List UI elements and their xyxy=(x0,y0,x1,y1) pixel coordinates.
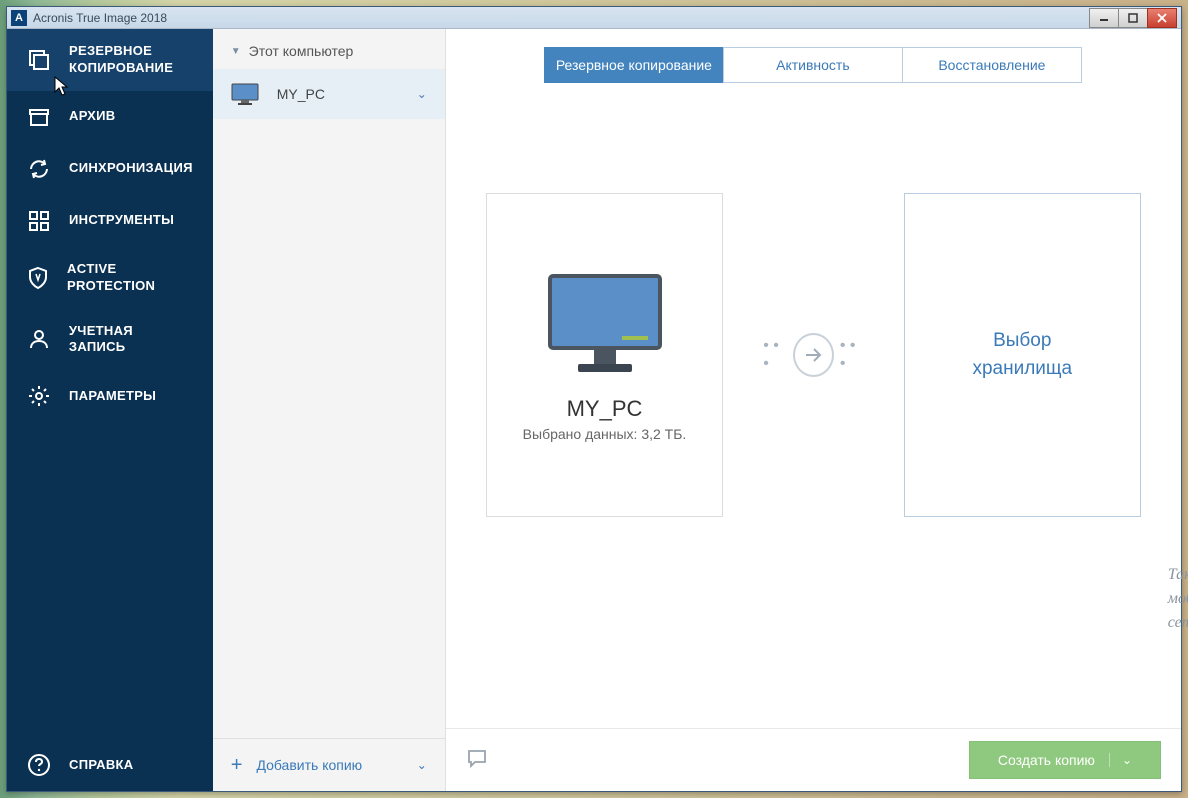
chevron-down-icon: ⌄ xyxy=(417,758,427,772)
tab-label: Восстановление xyxy=(938,57,1045,73)
sidebar-item-archive[interactable]: АРХИВ xyxy=(7,91,213,143)
minimize-icon xyxy=(1099,13,1109,23)
main-footer: Создать копию ⌄ xyxy=(446,728,1181,791)
sidebar-item-account[interactable]: УЧЕТНАЯ ЗАПИСЬ xyxy=(7,309,213,371)
sidebar-item-label: АРХИВ xyxy=(69,108,115,125)
main-column: Резервное копирование Активность Восстан… xyxy=(446,29,1181,791)
plus-icon: + xyxy=(231,755,243,775)
list-header-label: Этот компьютер xyxy=(249,43,354,59)
titlebar[interactable]: A Acronis True Image 2018 xyxy=(7,7,1181,29)
backup-source-card[interactable]: MY_PC Выбрано данных: 3,2 ТБ. xyxy=(486,193,723,517)
help-icon xyxy=(27,753,51,777)
destination-line1: Выбор xyxy=(993,327,1051,356)
user-icon xyxy=(27,327,51,351)
chevron-down-icon: ⌄ xyxy=(417,87,427,101)
backup-list-column: ▼ Этот компьютер MY_PC ⌄ + Добавить копи… xyxy=(213,29,446,791)
sidebar-item-backup[interactable]: РЕЗЕРВНОЕ КОПИРОВАНИЕ xyxy=(7,29,213,91)
minimize-button[interactable] xyxy=(1089,8,1119,28)
tab-restore[interactable]: Восстановление xyxy=(902,47,1082,83)
app-title: Acronis True Image 2018 xyxy=(33,11,167,25)
source-subtitle: Выбрано данных: 3,2 ТБ. xyxy=(523,426,687,442)
sidebar-item-active-protection[interactable]: ACTIVE PROTECTION xyxy=(7,247,213,309)
flow-arrow: • • • • • • xyxy=(763,333,863,377)
arrow-right-icon xyxy=(793,333,834,377)
chevron-down-icon: ▼ xyxy=(231,46,241,57)
sidebar: РЕЗЕРВНОЕ КОПИРОВАНИЕ АРХИВ СИНХРОНИЗАЦИ… xyxy=(7,29,213,791)
sidebar-item-settings[interactable]: ПАРАМЕТРЫ xyxy=(7,370,213,422)
gear-icon xyxy=(27,384,51,408)
sidebar-item-label: РЕЗЕРВНОЕ КОПИРОВАНИЕ xyxy=(69,43,193,77)
maximize-icon xyxy=(1128,13,1138,23)
tab-backup[interactable]: Резервное копирование xyxy=(544,47,724,83)
list-item-label: MY_PC xyxy=(277,86,417,102)
tab-label: Активность xyxy=(776,57,850,73)
backup-list-item[interactable]: MY_PC ⌄ xyxy=(213,69,445,119)
dots-icon: • • • xyxy=(763,337,787,373)
sidebar-item-label: ИНСТРУМЕНТЫ xyxy=(69,212,174,229)
monitor-illustration xyxy=(540,268,670,378)
close-button[interactable] xyxy=(1147,8,1177,28)
backup-destination-card[interactable]: Выбор хранилища xyxy=(904,193,1141,517)
backup-icon xyxy=(27,48,51,72)
chevron-down-icon[interactable]: ⌄ xyxy=(1109,753,1132,767)
tab-bar: Резервное копирование Активность Восстан… xyxy=(446,29,1181,83)
dots-icon: • • • xyxy=(840,337,864,373)
sidebar-item-label: СПРАВКА xyxy=(69,757,133,774)
source-title: MY_PC xyxy=(567,396,643,422)
sidebar-item-label: ПАРАМЕТРЫ xyxy=(69,388,156,405)
sidebar-item-label: УЧЕТНАЯ ЗАПИСЬ xyxy=(69,323,193,357)
sidebar-item-label: ACTIVE PROTECTION xyxy=(67,261,193,295)
comment-icon[interactable] xyxy=(466,748,488,773)
app-body: РЕЗЕРВНОЕ КОПИРОВАНИЕ АРХИВ СИНХРОНИЗАЦИ… xyxy=(7,29,1181,791)
app-icon: A xyxy=(11,10,27,26)
add-backup-button[interactable]: + Добавить копию ⌄ xyxy=(213,738,445,791)
grid-icon xyxy=(27,209,51,233)
sidebar-item-help[interactable]: СПРАВКА xyxy=(7,739,213,791)
monitor-icon xyxy=(231,83,259,105)
close-icon xyxy=(1157,13,1167,23)
shield-icon xyxy=(27,266,49,290)
archive-icon xyxy=(27,105,51,129)
add-backup-label: Добавить копию xyxy=(256,757,416,773)
sidebar-item-sync[interactable]: СИНХРОНИЗАЦИЯ xyxy=(7,143,213,195)
list-header[interactable]: ▼ Этот компьютер xyxy=(213,29,445,69)
sidebar-item-label: СИНХРОНИЗАЦИЯ xyxy=(69,160,193,177)
window-controls xyxy=(1090,8,1177,28)
tab-activity[interactable]: Активность xyxy=(723,47,903,83)
create-button-label: Создать копию xyxy=(998,752,1095,768)
sidebar-item-tools[interactable]: ИНСТРУМЕНТЫ xyxy=(7,195,213,247)
hint-text: Также доступны диски, файлы, мобильные у… xyxy=(1168,563,1188,635)
maximize-button[interactable] xyxy=(1118,8,1148,28)
main-window: A Acronis True Image 2018 РЕЗЕРВНОЕ КОПИ… xyxy=(6,6,1182,792)
tab-label: Резервное копирование xyxy=(556,57,712,73)
destination-line2: хранилища xyxy=(972,355,1072,384)
create-backup-button[interactable]: Создать копию ⌄ xyxy=(969,741,1161,779)
main-content: MY_PC Выбрано данных: 3,2 ТБ. • • • • • … xyxy=(446,83,1181,728)
sync-icon xyxy=(27,157,51,181)
